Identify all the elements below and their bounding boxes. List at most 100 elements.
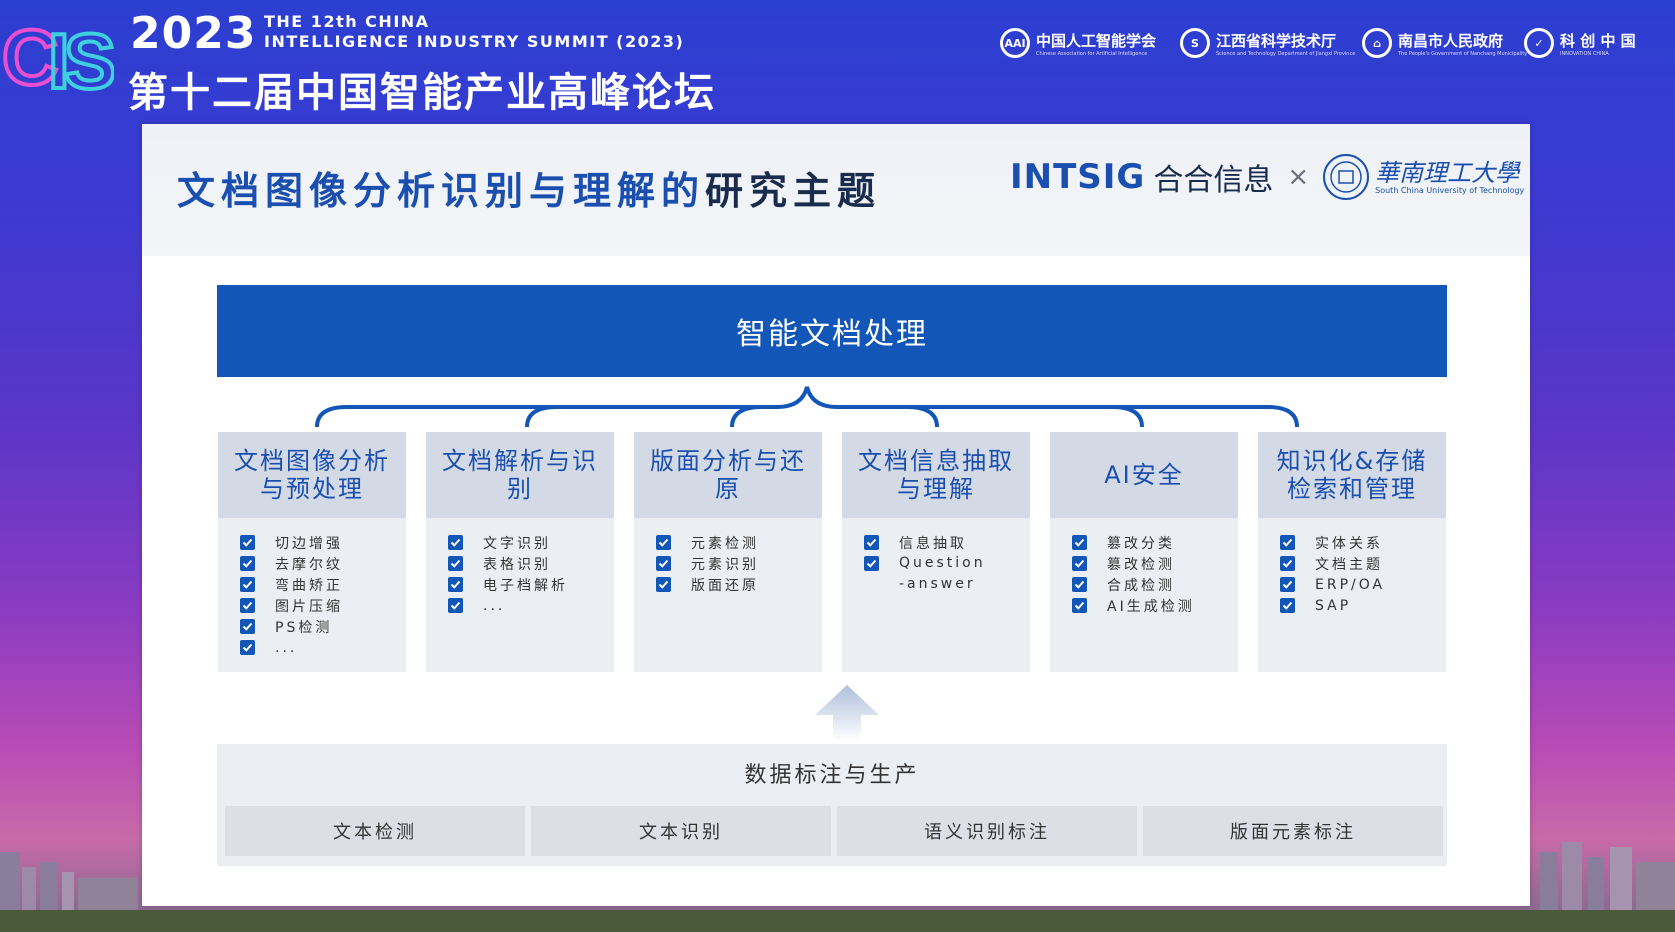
building-icon: ⌂ <box>1362 28 1392 58</box>
checkbox-checked-icon <box>656 577 671 592</box>
topic-column-title: 文档解析与识别 <box>426 432 614 518</box>
list-item-label: 去摩尔纹 <box>275 556 343 573</box>
list-item: 表格识别 <box>448 553 614 574</box>
list-item: 信息抽取 <box>864 532 1030 553</box>
list-item-label: 版面还原 <box>691 577 759 594</box>
list-item-label: ... <box>483 597 506 614</box>
checkbox-checked-icon <box>1280 556 1295 571</box>
svg-text:S: S <box>64 17 114 105</box>
checkbox-checked-icon <box>240 556 255 571</box>
slide-title: 文档图像分析识别与理解的研究主题 <box>177 160 881 215</box>
list-item-label: ... <box>275 639 298 656</box>
checkbox-checked-icon <box>240 619 255 634</box>
list-item: 实体关系 <box>1280 532 1446 553</box>
org-subtitle: The People's Government of Nanchang Muni… <box>1398 50 1528 57</box>
list-item-label: 文字识别 <box>483 535 551 552</box>
checkbox-checked-icon <box>240 535 255 550</box>
list-item: 弯曲矫正 <box>240 574 406 595</box>
topic-column: AI安全 篡改分类 篡改检测 合成检测 AI生成检测 <box>1050 432 1238 672</box>
ciis-logo: C I S <box>2 11 114 107</box>
topic-column-title: 文档图像分析与预处理 <box>218 432 406 518</box>
topic-column: 文档信息抽取与理解 信息抽取 Question -answer <box>842 432 1030 672</box>
summit-en-line1: THE 12th CHINA <box>264 12 430 31</box>
org-logo-innovation-china: ✓ 科 创 中 国 INNOVATION CHINA <box>1524 26 1636 60</box>
intsig-chinese-name: 合合信息 <box>1153 163 1274 198</box>
checkbox-checked-icon <box>1072 535 1087 550</box>
list-item: 文字识别 <box>448 532 614 553</box>
org-name: 科 创 中 国 <box>1560 31 1636 50</box>
list-item: 去摩尔纹 <box>240 553 406 574</box>
checkbox-checked-icon <box>1072 577 1087 592</box>
list-item: 元素识别 <box>656 553 822 574</box>
list-item: 版面还原 <box>656 574 822 595</box>
checkbox-checked-icon <box>240 577 255 592</box>
list-item-label: 表格识别 <box>483 556 551 573</box>
list-item-label: 篡改分类 <box>1107 535 1175 552</box>
list-item: SAP <box>1280 595 1446 616</box>
summit-english-name: THE 12th CHINA INTELLIGENCE INDUSTRY SUM… <box>264 12 684 52</box>
checkbox-checked-icon <box>448 577 463 592</box>
org-subtitle: INNOVATION CHINA <box>1560 50 1609 57</box>
topic-column-title: 版面分析与还原 <box>634 432 822 518</box>
org-name: 南昌市人民政府 <box>1398 31 1504 50</box>
innovation-logo-icon: ✓ <box>1524 28 1554 58</box>
topic-column: 文档解析与识别 文字识别 表格识别 电子档解析 ... <box>426 432 614 672</box>
checkbox-checked-icon <box>1280 577 1295 592</box>
list-item: 篡改检测 <box>1072 553 1238 574</box>
topic-item-list: 文字识别 表格识别 电子档解析 ... <box>426 518 614 616</box>
university-seal-icon <box>1323 154 1370 200</box>
list-item: 图片压缩 <box>240 595 406 616</box>
summit-en-line2: INTELLIGENCE INDUSTRY SUMMIT (2023) <box>264 32 685 51</box>
org-name: 江西省科学技术厅 <box>1216 31 1337 50</box>
list-item: 切边增强 <box>240 532 406 553</box>
list-item: PS检测 <box>240 616 406 637</box>
checkbox-checked-icon <box>1280 535 1295 550</box>
university-name-en: South China University of Technology <box>1375 185 1525 195</box>
list-item: 电子档解析 <box>448 574 614 595</box>
list-item-label: 信息抽取 <box>899 535 967 552</box>
topic-item-list: 信息抽取 Question -answer <box>842 518 1030 595</box>
list-item-label: 合成检测 <box>1107 577 1175 594</box>
checkbox-checked-icon <box>448 556 463 571</box>
university-name-cn: 華南理工大學 <box>1375 158 1520 187</box>
data-annotation-panel: 数据标注与生产 文本检测 文本识别 语义识别标注 版面元素标注 <box>217 744 1447 866</box>
summit-year: 2023 <box>130 8 257 59</box>
checkbox-checked-icon <box>864 535 879 550</box>
list-item: Question -answer <box>864 553 1030 595</box>
list-item: AI生成检测 <box>1072 595 1238 616</box>
checkbox-checked-icon <box>448 598 463 613</box>
topic-item-list: 切边增强 去摩尔纹 弯曲矫正 图片压缩 PS检测 ... <box>218 518 406 658</box>
topic-column: 版面分析与还原 元素检测 元素识别 版面还原 <box>634 432 822 672</box>
list-item-label: 文档主题 <box>1315 556 1383 573</box>
topic-item-list: 元素检测 元素识别 版面还原 <box>634 518 822 595</box>
topic-column-title: 知识化&存储检索和管理 <box>1258 432 1446 518</box>
main-topic-box: 智能文档处理 <box>217 285 1447 377</box>
list-item-label: 元素识别 <box>691 556 759 573</box>
jiangxi-logo-icon: S <box>1180 28 1210 58</box>
topic-column: 知识化&存储检索和管理 实体关系 文档主题 ERP/OA SAP <box>1258 432 1446 672</box>
intsig-logo: INTSIG <box>1010 157 1146 197</box>
checkbox-checked-icon <box>864 556 879 571</box>
list-item-label: 弯曲矫正 <box>275 577 343 594</box>
topic-item-list: 篡改分类 篡改检测 合成检测 AI生成检测 <box>1050 518 1238 616</box>
checkbox-checked-icon <box>656 556 671 571</box>
up-arrow-icon <box>815 685 879 741</box>
list-item-label: PS检测 <box>275 619 333 636</box>
org-logo-nanchang: ⌂ 南昌市人民政府 The People's Government of Nanc… <box>1362 26 1527 60</box>
data-task-item: 文本检测 <box>225 806 525 856</box>
partner-logos: INTSIG 合合信息 × 華南理工大學 South China Univers… <box>1010 154 1524 200</box>
slide-title-blue: 文档图像分析识别与理解的 <box>177 169 706 213</box>
checkbox-checked-icon <box>240 598 255 613</box>
scut-logo: 華南理工大學 South China University of Technol… <box>1323 154 1524 200</box>
list-item: 合成检测 <box>1072 574 1238 595</box>
list-item-label: 图片压缩 <box>275 598 343 615</box>
org-logo-caai: AAI 中国人工智能学会 Chinese Association for Arti… <box>1000 26 1156 60</box>
caai-logo-icon: AAI <box>1000 28 1030 58</box>
list-item-label: 切边增强 <box>275 535 343 552</box>
list-item: 篡改分类 <box>1072 532 1238 553</box>
topic-column-title: 文档信息抽取与理解 <box>842 432 1030 518</box>
data-task-item: 语义识别标注 <box>837 806 1137 856</box>
topic-item-list: 实体关系 文档主题 ERP/OA SAP <box>1258 518 1446 616</box>
list-item-label: ERP/OA <box>1315 576 1386 593</box>
checkbox-checked-icon <box>1072 598 1087 613</box>
